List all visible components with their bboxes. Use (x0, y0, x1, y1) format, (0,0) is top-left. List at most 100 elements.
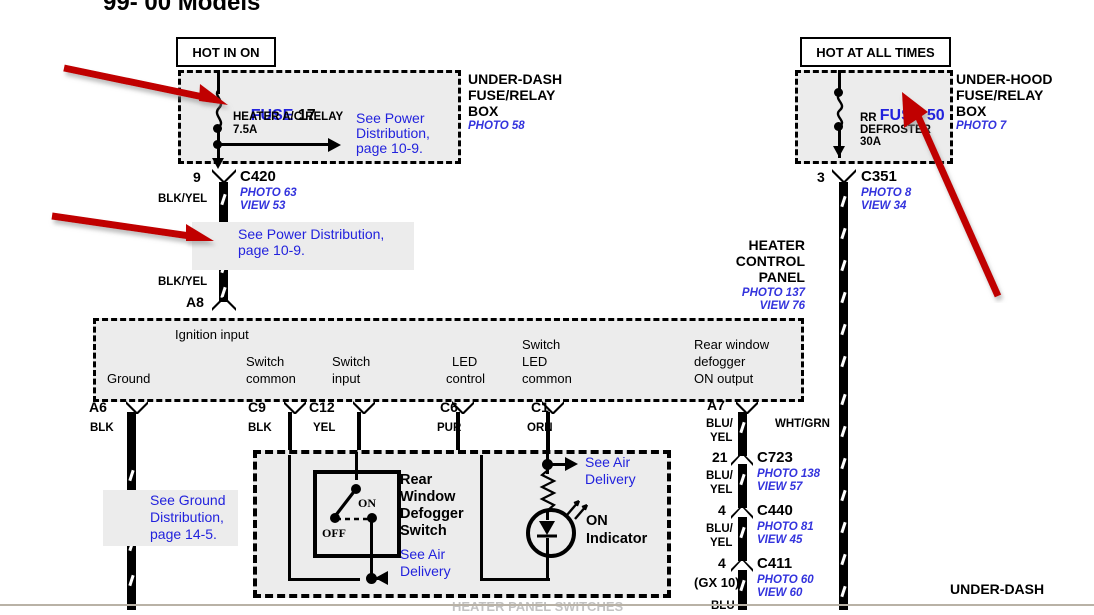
c723-wire-below-line1: BLU/ (706, 470, 733, 482)
panel-function-switch-input-line1: Switch (332, 354, 371, 369)
c440-pin: 4 (718, 502, 726, 518)
c420-pin-number: 9 (193, 169, 201, 185)
c440-wire-below-line1: BLU/ (706, 523, 733, 535)
under-dash-box-title-line3: BOX (468, 103, 499, 119)
fuse50-desc-line1: RR (860, 112, 877, 124)
led-left-rail (480, 455, 483, 581)
c440-photo[interactable]: PHOTO 81 (757, 521, 814, 534)
c420-view[interactable]: VIEW 53 (240, 200, 285, 213)
fuse17-desc-line1: HEATER A/C RELAY (233, 111, 344, 123)
blk-yel-label-lower: BLK/YEL (158, 276, 208, 288)
on-indicator-label-line1: ON (586, 513, 608, 529)
annotation-arrow-blk-yel-wire (51, 212, 214, 241)
panel-function-ignition-input: Ignition input (175, 327, 249, 342)
hot-at-all-times-label: HOT AT ALL TIMES (800, 37, 951, 67)
a7-wire-line1: BLU/ (706, 418, 733, 430)
heater-panel-view[interactable]: VIEW 76 (705, 300, 805, 313)
led-air-delivery-arrow-icon (565, 457, 578, 471)
panel-function-switch-led-common-line1: Switch (522, 337, 561, 352)
c9-pin: C9 (248, 399, 266, 415)
c440-view[interactable]: VIEW 45 (757, 534, 802, 547)
heater-panel-switches-caption: HEATER PANEL SWITCHES (452, 599, 624, 614)
switch-label-line3: Defogger (400, 506, 464, 522)
a7-pin: A7 (707, 397, 725, 413)
panel-function-rwd-output-line1: Rear window (694, 337, 770, 352)
switch-on-output-wire (370, 520, 373, 578)
panel-function-switch-led-common-line3: common (522, 371, 572, 386)
under-hood-box-title-line1: UNDER-HOOD (956, 71, 1053, 87)
a6-pin: A6 (89, 399, 107, 415)
c12-terminal-icon (353, 401, 375, 414)
fuse50-desc-line3: 30A (860, 136, 882, 148)
heater-panel-title-line2: CONTROL (735, 253, 805, 269)
c411-name: C411 (757, 555, 793, 572)
annotation-arrow-fuse50 (902, 92, 1002, 298)
panel-function-switch-led-common-line2: LED (522, 354, 548, 369)
c12-wire-code: YEL (313, 422, 336, 434)
a6-wire-code: BLK (90, 422, 114, 434)
wht-grn-wire-code: WHT/GRN (775, 418, 830, 430)
see-power-distribution-line3[interactable]: page 10-9. (356, 140, 423, 157)
c420-photo[interactable]: PHOTO 63 (240, 187, 297, 200)
c351-pin-number: 3 (817, 169, 825, 185)
c723-wire-below-line2: YEL (710, 484, 733, 496)
c723-pin: 21 (712, 449, 728, 465)
fuse17-desc-line2: 7.5A (233, 124, 258, 136)
see-ground-line3[interactable]: page 14-5. (150, 526, 217, 543)
switch-label-line1: Rear (400, 472, 433, 488)
under-dash-box-title-line2: FUSE/RELAY (468, 87, 556, 103)
c723-name: C723 (757, 449, 793, 466)
on-indicator-label-line2: Indicator (586, 531, 648, 547)
led-bottom-rail (480, 578, 550, 581)
panel-function-switch-common-line2: common (246, 371, 296, 386)
c9-wire-code: BLK (248, 422, 272, 434)
led-cathode-wire (546, 538, 549, 580)
c9-terminal-icon (284, 401, 306, 414)
a8-terminal-label: A8 (186, 294, 204, 310)
heater-panel-title-line1: HEATER (748, 237, 805, 253)
under-dash-box-title-line1: UNDER-DASH (468, 71, 563, 87)
switch-see-air-delivery-line1[interactable]: See Air (400, 546, 445, 563)
bottom-right-under-dash-label: UNDER-DASH (950, 581, 1045, 597)
panel-function-ground: Ground (107, 371, 151, 386)
switch-label-line2: Window (400, 489, 456, 505)
switch-bottom-rail (288, 578, 360, 581)
wiring-diagram-canvas: 99- 00 Models HOT IN ON FUSE 17 HEATER A… (0, 0, 1094, 614)
a7-blu-yel-wire-seg1 (738, 412, 747, 456)
c12-pin: C12 (309, 399, 335, 415)
heater-panel-photo[interactable]: PHOTO 137 (705, 287, 805, 300)
switch-label-line4: Switch (400, 523, 447, 539)
page-title: 99- 00 Models (103, 0, 261, 16)
page-bottom-rule (0, 604, 1094, 606)
panel-function-rwd-output-line3: ON output (694, 371, 754, 386)
c1-switch-led-common-wire (546, 412, 550, 450)
see-ground-line1[interactable]: See Ground (150, 492, 226, 509)
see-ground-line2[interactable]: Distribution, (150, 509, 224, 526)
band-see-power-line1[interactable]: See Power Distribution, (238, 226, 384, 243)
band-see-power-line2[interactable]: page 10-9. (238, 242, 305, 259)
led-resistor-icon (539, 470, 557, 511)
c411-pin-note: (GX 10) (694, 575, 740, 590)
c420-connector-name: C420 (240, 168, 276, 185)
under-dash-box-photo[interactable]: PHOTO 58 (468, 120, 525, 133)
fuse50-exit-arrow-icon (833, 146, 845, 157)
switch-see-air-delivery-line2[interactable]: Delivery (400, 563, 451, 580)
a7-blu-yel-wire-seg3 (738, 517, 747, 561)
c411-pin: 4 (718, 555, 726, 571)
switch-air-delivery-arrow-icon (375, 571, 388, 585)
led-anode-wire (546, 512, 549, 520)
switch-common-drop-wire (355, 452, 358, 480)
c411-view[interactable]: VIEW 60 (757, 587, 802, 600)
c723-view[interactable]: VIEW 57 (757, 481, 802, 494)
c411-photo[interactable]: PHOTO 60 (757, 574, 814, 587)
panel-function-rwd-output-line2: defogger (694, 354, 746, 369)
panel-function-led-control-line1: LED (452, 354, 478, 369)
annotation-arrow-fuse17 (63, 64, 228, 105)
led-see-air-delivery-line1[interactable]: See Air (585, 454, 630, 471)
power-distribution-arrow-icon (328, 138, 341, 152)
c723-photo[interactable]: PHOTO 138 (757, 468, 820, 481)
led-see-air-delivery-line2[interactable]: Delivery (585, 471, 636, 488)
switch-position-on-label: ON (358, 496, 376, 510)
a7-blu-yel-wire-seg2 (738, 464, 747, 508)
c440-wire-below-line2: YEL (710, 537, 733, 549)
